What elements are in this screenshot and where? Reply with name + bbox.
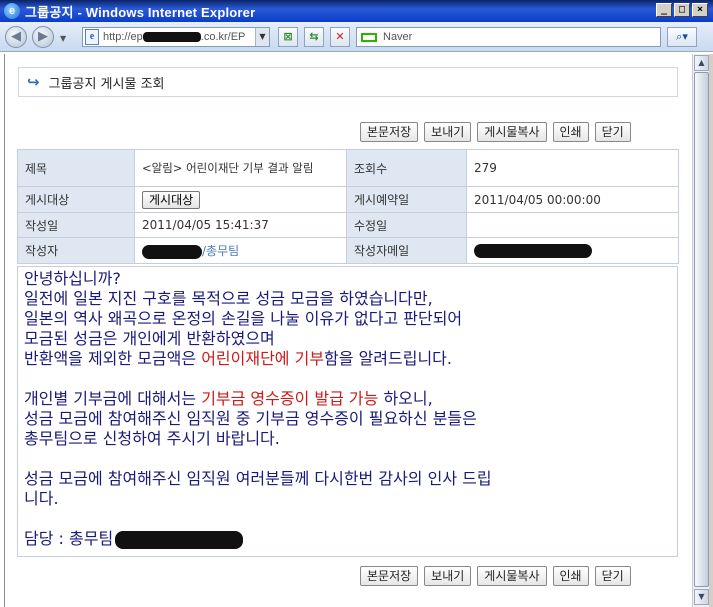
modified-value [466,212,679,238]
search-button[interactable]: ⌕▾ [667,27,697,47]
close-button[interactable]: 닫기 [594,122,631,142]
body-line: 안녕하십니까? [24,269,121,288]
body-line: 반환액을 제외한 모금액은 어린이재단에 기부함을 알려드립니다. [24,349,452,368]
email-value [466,237,679,264]
post-body: 안녕하십니까? 일전에 일본 지진 구호를 목적으로 성금 모금을 하였습니다만… [17,266,678,557]
body-line: 성금 모금에 참여해주신 임직원 중 기부금 영수증이 필요하신 분들은 [24,409,477,428]
window-title: 그룹공지 - Windows Internet Explorer [25,4,256,20]
page-header: ↪ 그룹공지 게시물 조회 [18,67,678,97]
highlight-thanks: 감사의 인사 드립 [378,469,492,488]
copy-post-button[interactable]: 게시물복사 [477,566,547,586]
scroll-down-icon[interactable]: ▼ [694,589,709,605]
search-placeholder: Naver [383,31,413,43]
email-redaction [474,243,592,258]
back-button[interactable]: ◀ [5,26,27,48]
body-line: 일전에 일본 지진 구호를 목적으로 성금 모금을 하였습니다만, [24,289,433,308]
arrow-return-icon: ↪ [27,73,40,91]
post-info-table: 제목 <알림> 어린이재단 기부 결과 알림 조회수 279 게시대상 게시대상… [17,149,679,264]
copy-post-button[interactable]: 게시물복사 [477,122,547,142]
target-button[interactable]: 게시대상 [142,190,201,209]
body-line: 일본의 역사 왜곡으로 온정의 손길을 나눌 이유가 없다고 판단되어 [24,309,463,328]
close-button[interactable]: 닫기 [594,566,631,586]
ie-logo-icon: e [4,3,20,19]
top-button-row: 본문저장 보내기 게시물복사 인쇄 닫기 [360,122,631,142]
contact-redaction [115,530,244,549]
window-controls: _ □ × [656,3,708,17]
scroll-thumb[interactable] [694,72,709,587]
window-border [709,54,713,607]
close-window-button[interactable]: × [692,3,708,17]
minimize-button[interactable]: _ [656,3,672,17]
author-redaction [142,244,202,259]
email-label: 작성자메일 [346,237,467,264]
highlight-receipt: 기부금 영수증이 발급 가능 [201,389,379,408]
body-spacer [24,509,671,529]
print-button[interactable]: 인쇄 [552,566,589,586]
author-dept: /총무팀 [202,244,240,258]
save-body-button[interactable]: 본문저장 [360,566,419,586]
page-title: 그룹공지 게시물 조회 [48,76,165,92]
page-icon: e [85,29,99,45]
stop-icon[interactable]: ✕ [330,27,350,47]
created-label: 작성일 [17,212,135,238]
subject-label: 제목 [17,149,135,187]
reserve-label: 게시예약일 [346,186,467,213]
body-line: 성금 모금에 참여해주신 임직원 여러분들께 다시한번 감사의 인사 드립 [24,469,492,488]
body-spacer [24,449,671,469]
bottom-button-row: 본문저장 보내기 게시물복사 인쇄 닫기 [360,566,631,586]
author-label: 작성자 [17,237,135,264]
modified-label: 수정일 [346,212,467,238]
views-value: 279 [466,149,679,187]
body-line: 개인별 기부금에 대해서는 기부금 영수증이 발급 가능 하오니, [24,389,433,408]
scroll-up-icon[interactable]: ▲ [694,55,709,71]
url-redaction [142,32,201,43]
author-value: /총무팀 [134,237,347,264]
target-label: 게시대상 [17,186,135,213]
history-dropdown-icon[interactable]: ▼ [60,34,66,43]
target-cell: 게시대상 [134,186,347,213]
address-dropdown-icon[interactable]: ▼ [255,28,269,46]
save-body-button[interactable]: 본문저장 [360,122,419,142]
vertical-scrollbar[interactable]: ▲ ▼ [692,54,709,607]
url-text: http://ep .co.kr/EP [103,31,246,43]
body-line: 니다. [24,489,59,508]
address-toolbar: ◀ ▶ ▼ e http://ep .co.kr/EP ▼ ⊠ ⇆ ✕ Naver… [0,22,713,52]
body-spacer [24,369,671,389]
naver-logo-icon [361,32,377,42]
body-line: 담당 : 총무팀 [24,529,671,549]
send-button[interactable]: 보내기 [424,122,472,142]
views-label: 조회수 [346,149,467,187]
search-input[interactable]: Naver [356,27,661,47]
refresh-icon[interactable]: ⇆ [304,27,324,47]
created-value: 2011/04/05 15:41:37 [134,212,347,238]
compat-view-icon[interactable]: ⊠ [278,27,298,47]
forward-button[interactable]: ▶ [32,26,54,48]
body-line: 모금된 성금은 개인에게 반환하였으며 [24,329,275,348]
print-button[interactable]: 인쇄 [552,122,589,142]
address-input[interactable]: e http://ep .co.kr/EP ▼ [82,27,270,47]
reserve-value: 2011/04/05 00:00:00 [466,186,679,213]
subject-value: <알림> 어린이재단 기부 결과 알림 [134,149,347,187]
window-title-bar[interactable]: e 그룹공지 - Windows Internet Explorer _ □ × [0,0,713,22]
highlight-donation: 어린이재단에 기부 [201,349,325,368]
maximize-button[interactable]: □ [674,3,690,17]
body-line: 총무팀으로 신청하여 주시기 바랍니다. [24,429,280,448]
send-button[interactable]: 보내기 [424,566,472,586]
